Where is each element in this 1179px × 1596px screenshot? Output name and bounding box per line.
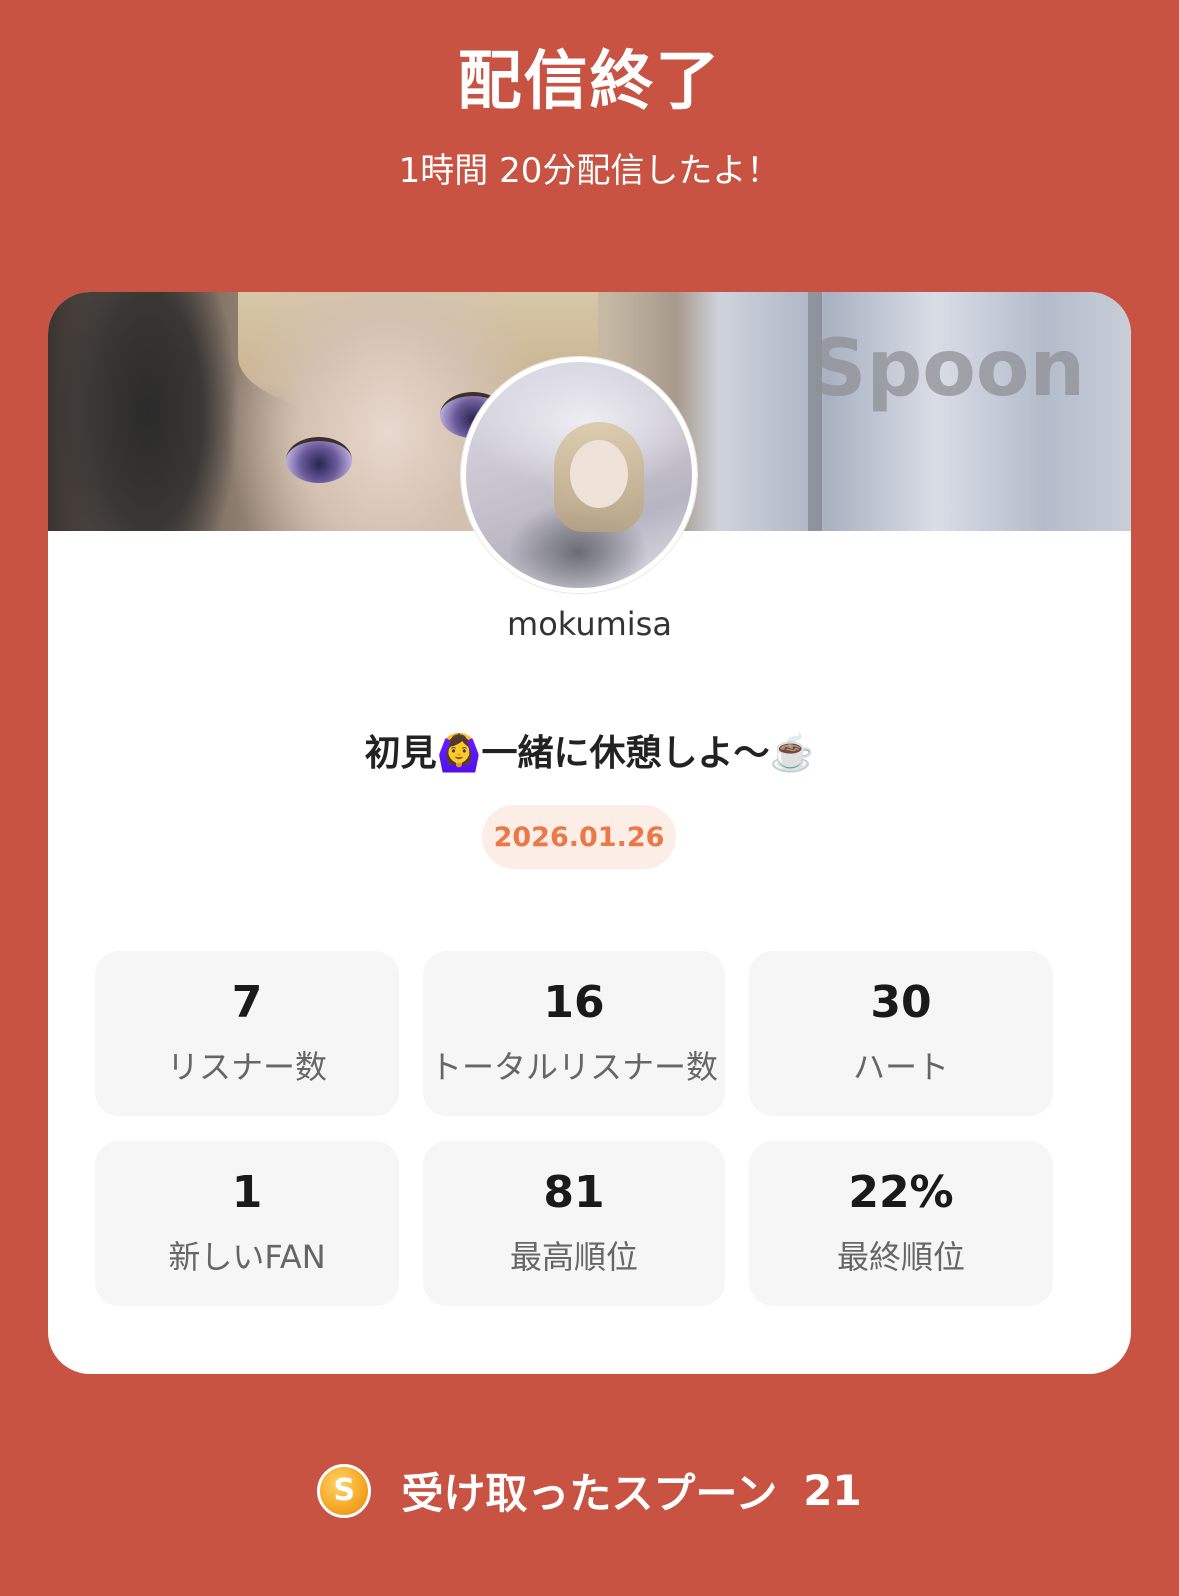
date-badge: 2026.01.26 [482, 805, 676, 869]
stat-label: リスナー数 [166, 1047, 327, 1086]
stat-value: 81 [543, 1167, 605, 1219]
stat-label: ハート [852, 1047, 949, 1086]
stat-value: 22% [848, 1167, 954, 1219]
stat-total-listeners: 16 トータルリスナー数 [423, 951, 725, 1116]
stats-grid: 7 リスナー数 16 トータルリスナー数 30 ハート 1 新しいFAN 81 … [95, 951, 1054, 1306]
received-spoons: S 受け取ったスプーン 21 [0, 1460, 1179, 1521]
stat-hearts: 30 ハート [749, 951, 1053, 1116]
page-title: 配信終了 [457, 45, 722, 119]
cover-eye-left [286, 437, 352, 483]
stat-label: 最高順位 [509, 1237, 638, 1276]
stream-summary-card: Spoon mokumisa 初見🙆‍♀️一緒に休憩しよ〜☕️ 2026.01.… [48, 292, 1131, 1374]
stat-value: 1 [231, 1167, 263, 1219]
stat-label: 新しいFAN [168, 1237, 326, 1276]
avatar-face-shape [570, 440, 628, 508]
stat-label: トータルリスナー数 [429, 1047, 718, 1086]
stat-highest-rank: 81 最高順位 [423, 1141, 725, 1306]
stream-end-screen: 配信終了 1時間 20分配信したよ！ Spoon mokumisa 初見🙆‍♀️… [0, 0, 1179, 1596]
spoon-coin-icon: S [317, 1463, 372, 1518]
stat-final-rank: 22% 最終順位 [749, 1141, 1053, 1306]
stat-value: 30 [870, 977, 932, 1029]
avatar[interactable] [461, 357, 697, 593]
received-spoons-label: 受け取ったスプーン [401, 1469, 778, 1518]
stream-duration: 1時間 20分配信したよ！ [398, 151, 781, 191]
stat-new-fans: 1 新しいFAN [95, 1141, 399, 1306]
stream-title: 初見🙆‍♀️一緒に休憩しよ〜☕️ [364, 733, 815, 774]
username[interactable]: mokumisa [48, 605, 1131, 643]
stat-value: 7 [231, 977, 263, 1029]
stat-listeners: 7 リスナー数 [95, 951, 399, 1116]
stat-value: 16 [543, 977, 605, 1029]
stat-label: 最終順位 [836, 1237, 965, 1276]
spoon-watermark: Spoon [810, 324, 1085, 414]
received-spoons-count: 21 [803, 1466, 862, 1515]
